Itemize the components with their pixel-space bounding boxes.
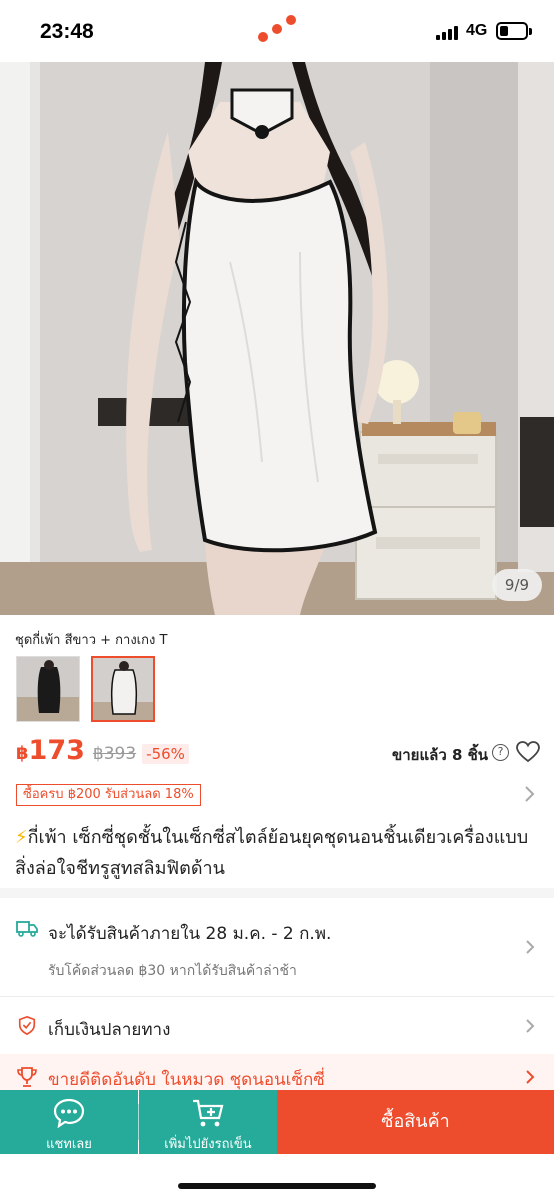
shipping-guarantee: รับโค้ดส่วนลด ฿30 หากได้รับสินค้าล่าช้า: [48, 963, 297, 979]
shield-check-icon: [18, 1015, 36, 1035]
add-to-cart-icon: [193, 1099, 224, 1127]
selected-variant-label: ชุดกี่เพ้า สีขาว + กางเกง T: [15, 633, 168, 648]
chat-icon: [53, 1098, 85, 1128]
help-icon[interactable]: ?: [492, 744, 509, 761]
add-to-cart-label: เพิ่มไปยังรถเข็น: [164, 1137, 252, 1152]
product-photo: [0, 62, 554, 615]
status-time: 23:48: [40, 20, 94, 43]
sold-count: ขายแล้ว 8 ชิ้น: [392, 746, 489, 764]
chat-button-label: แชทเลย: [46, 1137, 92, 1152]
home-indicator[interactable]: [178, 1183, 376, 1189]
buy-now-button[interactable]: ซื้อสินค้า: [277, 1090, 554, 1154]
gallery-counter: 9/9: [492, 569, 542, 601]
product-image[interactable]: 9/9: [0, 62, 554, 615]
promo-tag[interactable]: ซื้อครบ ฿200 รับส่วนลด 18%: [16, 784, 201, 806]
bestseller-label: ขายดีติดอันดับ ในหมวด ชุดนอนเซ็กซี่: [48, 1070, 325, 1090]
lightning-icon: ⚡: [15, 827, 28, 848]
currency-symbol: ฿: [16, 743, 29, 764]
current-price: 173: [28, 735, 85, 766]
chevron-right-icon[interactable]: [524, 938, 536, 956]
product-title: ⚡กี่เพ้า เซ็กซี่ชุดชั้นในเซ็กซี่สไตล์ย้อ…: [15, 822, 541, 884]
heart-icon[interactable]: [516, 741, 540, 763]
bottom-action-bar: แชทเลย เพิ่มไปยังรถเข็น ซื้อสินค้า: [0, 1090, 554, 1154]
variant-thumbnail-white[interactable]: [91, 656, 155, 722]
truck-icon: [16, 921, 38, 937]
bestseller-banner[interactable]: ขายดีติดอันดับ ในหมวด ชุดนอนเซ็กซี่: [0, 1054, 554, 1090]
chevron-right-icon[interactable]: [524, 1068, 536, 1086]
discount-badge: -56%: [142, 744, 189, 764]
signal-icon: [436, 24, 462, 40]
variant-thumbnail-black[interactable]: [16, 656, 80, 722]
section-divider: [0, 888, 554, 898]
product-title-text: กี่เพ้า เซ็กซี่ชุดชั้นในเซ็กซี่สไตล์ย้อน…: [15, 827, 529, 879]
network-type: 4G: [466, 22, 488, 39]
chat-button[interactable]: แชทเลย: [0, 1090, 138, 1154]
chevron-right-icon[interactable]: [524, 1017, 536, 1035]
cod-label[interactable]: เก็บเงินปลายทาง: [48, 1016, 170, 1043]
trophy-icon: [17, 1067, 37, 1087]
row-divider: [0, 996, 554, 997]
chevron-right-icon[interactable]: [522, 784, 536, 804]
status-bar: 23:48 4G: [0, 0, 554, 62]
battery-icon: [496, 22, 532, 40]
home-indicator-area: [0, 1154, 554, 1200]
shipping-estimate[interactable]: จะได้รับสินค้าภายใน 28 ม.ค. - 2 ก.พ.: [48, 920, 331, 947]
brand-logo-icon: [256, 14, 300, 46]
product-page: 23:48 4G 9/9 ชุดกี่เพ้า สีขาว + กางเกง T…: [0, 0, 554, 1200]
add-to-cart-button[interactable]: เพิ่มไปยังรถเข็น: [139, 1090, 277, 1154]
price-row: ฿ 173 ฿393 -56%: [16, 735, 189, 767]
original-price: ฿393: [92, 744, 137, 764]
